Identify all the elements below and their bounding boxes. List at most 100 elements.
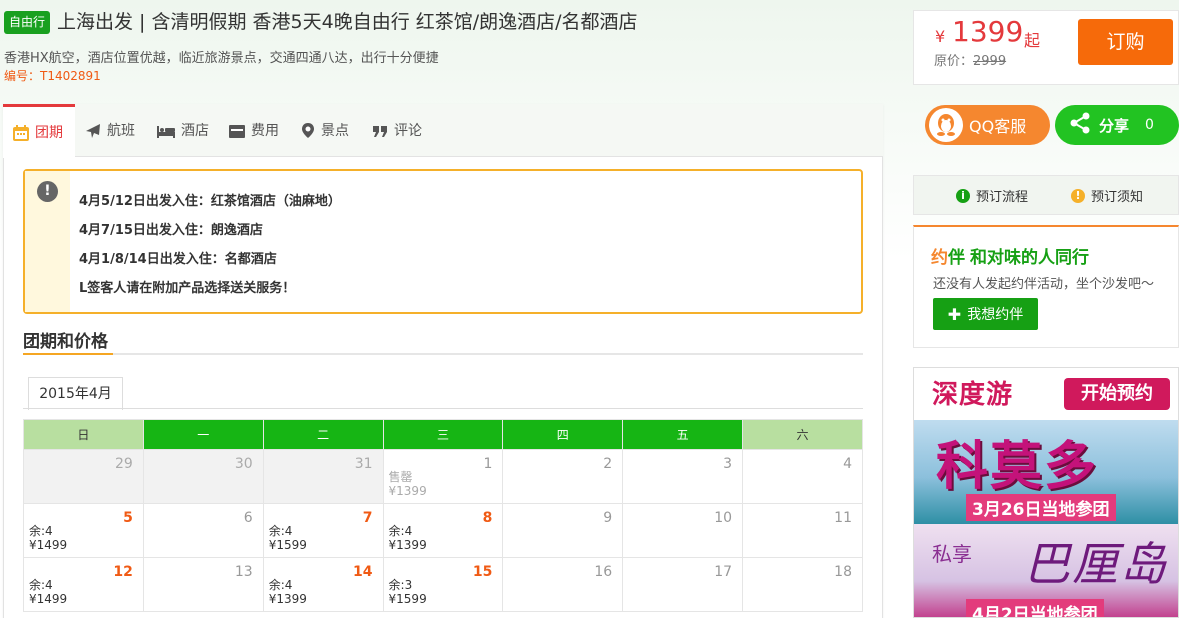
- calendar-day-cell: 11: [742, 503, 863, 558]
- calendar-day-number: 3: [723, 456, 733, 472]
- calendar-day-availability: 余:4 ¥1599: [269, 524, 307, 552]
- plus-icon: ✚: [947, 304, 962, 324]
- companion-logo-part: 约: [931, 248, 948, 268]
- calendar-day-stock: 余:3: [388, 578, 413, 592]
- calendar-day-number: 9: [603, 510, 613, 526]
- tab-hotels[interactable]: 酒店: [156, 104, 209, 157]
- calendar-day-cell: 18: [742, 557, 863, 612]
- weekday-header: 六: [742, 419, 863, 450]
- calendar-day-cell: 29: [23, 449, 144, 504]
- calendar-day-cell[interactable]: 5 余:4 ¥1499: [23, 503, 144, 558]
- share-label: 分享: [1099, 116, 1130, 135]
- tab-bar: [3, 104, 883, 157]
- weekday-header: 四: [502, 419, 624, 450]
- calendar-day-cell[interactable]: 7 余:4 ¥1599: [262, 503, 384, 558]
- share-count: 0: [1145, 117, 1154, 133]
- calendar-day-number: 6: [243, 510, 253, 526]
- product-code-label: 编号：: [4, 69, 41, 83]
- calendar-day-cell[interactable]: 8 余:4 ¥1399: [382, 503, 504, 558]
- calendar-day-cell[interactable]: 12 余:4 ¥1499: [23, 557, 144, 612]
- calendar-day-cell: 17: [622, 557, 744, 612]
- calendar-day-number: 12: [113, 564, 133, 580]
- calendar-day-price: ¥1499: [29, 538, 68, 552]
- calendar-day-number: 5: [123, 510, 133, 526]
- calendar-day-number: 13: [234, 564, 253, 580]
- original-price: 原价：2999: [934, 50, 1006, 69]
- calendar-day-cell: 3: [622, 449, 744, 504]
- tab-label: 航班: [107, 122, 135, 139]
- calendar-day-price: ¥1599: [268, 538, 307, 552]
- promo-headline-2: 巴厘岛: [1024, 537, 1168, 591]
- notice-line: 4月5/12日出发入住：红茶馆酒店（油麻地）: [79, 194, 341, 209]
- promo-banner[interactable]: 深度游 开始预约 科莫多 3月26日当地参团 私享 巴厘岛 4月2日当地参团: [913, 367, 1179, 618]
- companion-logo: 约伴: [931, 243, 965, 268]
- tab-fees[interactable]: 费用: [228, 104, 279, 157]
- calendar-day-stock: 余:4: [388, 524, 413, 538]
- calendar-day-cell: 30: [142, 449, 264, 504]
- calendar-day-availability: 余:4 ¥1499: [29, 578, 67, 606]
- booking-process-link[interactable]: i 预订流程: [956, 186, 1028, 205]
- promo-brand: 深度游: [932, 380, 1014, 410]
- promo-cta-button[interactable]: 开始预约: [1064, 378, 1170, 410]
- exclamation-icon: !: [37, 181, 58, 202]
- tab-reviews[interactable]: 评论: [371, 104, 422, 157]
- booking-process-label: 预订流程: [976, 190, 1029, 205]
- tab-flights[interactable]: 航班: [84, 104, 135, 157]
- tab-label: 景点: [321, 122, 349, 139]
- price-currency: ¥: [935, 27, 946, 46]
- calendar-day-stock: 余:4: [268, 578, 293, 592]
- calendar-day-cell[interactable]: 14 余:4 ¥1399: [262, 557, 384, 612]
- product-subtitle: 香港HX航空，酒店位置优越，临近旅游景点，交通四通八达，出行十分便捷: [4, 51, 439, 66]
- notice-line: 4月1/8/14日出发入住：名都酒店: [79, 252, 277, 267]
- calendar-day-number: 2: [603, 456, 613, 472]
- month-divider: [23, 408, 863, 409]
- price-suffix: 起: [1024, 31, 1041, 50]
- calendar-day-cell[interactable]: 15 余:3 ¥1599: [382, 557, 504, 612]
- calendar-day-availability: 余:4 ¥1399: [389, 524, 427, 552]
- promo-date-1: 3月26日当地参团: [966, 494, 1116, 521]
- calendar-day-availability: 余:4 ¥1499: [29, 524, 67, 552]
- weekday-header: 一: [142, 419, 264, 450]
- calendar-day-price: ¥1599: [388, 592, 427, 606]
- calendar-day-cell: 2: [502, 449, 624, 504]
- calendar-day-number: 16: [594, 564, 613, 580]
- calendar-day-number: 8: [482, 510, 493, 526]
- section-divider: [23, 353, 863, 355]
- calendar-icon: [12, 124, 30, 142]
- calendar-day-stock: 售罄: [388, 470, 413, 484]
- weekday-header: 五: [622, 419, 744, 450]
- month-tab[interactable]: 2015年4月: [28, 377, 123, 410]
- calendar-day-stock: 余:4: [29, 524, 53, 538]
- share-button[interactable]: 分享 0: [1055, 105, 1179, 145]
- weekday-header: 二: [262, 419, 384, 450]
- companion-logo-part: 伴: [948, 248, 965, 268]
- companion-desc: 还没有人发起约伴活动，坐个沙发吧～: [933, 277, 1155, 292]
- product-code: 编号：T1402891: [4, 67, 101, 84]
- qq-service-button[interactable]: QQ客服: [925, 105, 1050, 145]
- calendar-day-number: 14: [353, 564, 373, 580]
- section-underline: [23, 353, 113, 355]
- calendar-weekday-row: 日 一 二 三 四 五 六: [23, 419, 863, 450]
- book-button[interactable]: 订购: [1078, 19, 1173, 65]
- original-price-label: 原价：: [934, 54, 974, 69]
- calendar-day-price: ¥1499: [29, 592, 68, 606]
- calendar-day-cell: 10: [622, 503, 744, 558]
- tab-attractions[interactable]: 景点: [300, 104, 349, 157]
- section-title: 团期和价格: [23, 332, 108, 352]
- qq-service-label: QQ客服: [969, 117, 1027, 136]
- tab-label: 酒店: [181, 122, 209, 139]
- booking-notice-link[interactable]: ! 预订须知: [1071, 186, 1143, 205]
- location-pin-icon: [300, 122, 316, 140]
- companion-join-button[interactable]: ✚ 我想约伴: [933, 298, 1038, 330]
- calendar-day-number: 29: [115, 456, 133, 472]
- calendar-day-availability: 余:3 ¥1599: [389, 578, 427, 606]
- share-icon: [1069, 112, 1091, 138]
- original-price-value: 2999: [973, 54, 1007, 69]
- tab-schedule[interactable]: 团期: [3, 104, 75, 158]
- calendar-day-price: ¥1399: [268, 592, 307, 606]
- calendar-day-cell: 4: [742, 449, 863, 504]
- calendar-day-number: 30: [234, 456, 253, 472]
- promo-subhead-2: 私享: [932, 542, 972, 566]
- calendar-day-price: ¥1399: [388, 484, 427, 498]
- calendar-day-cell[interactable]: 1 售罄 ¥1399: [382, 449, 504, 504]
